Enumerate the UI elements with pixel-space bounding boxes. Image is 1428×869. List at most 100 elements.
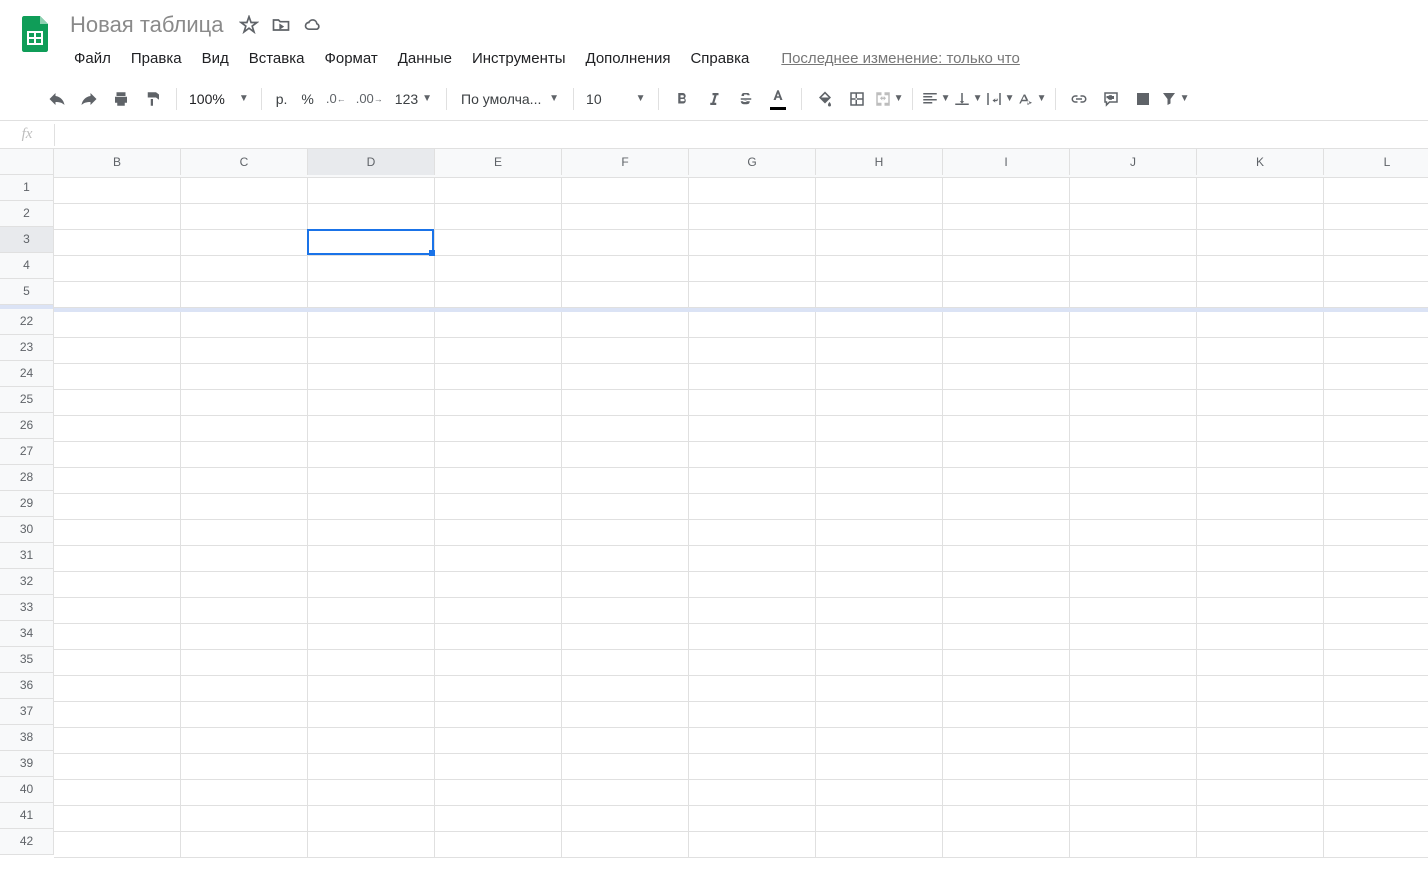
cell-I42[interactable] (943, 832, 1070, 858)
cell-H29[interactable] (816, 494, 943, 520)
row-header-4[interactable]: 4 (0, 253, 53, 279)
cell-B26[interactable] (54, 416, 181, 442)
cell-H35[interactable] (816, 650, 943, 676)
cell-H36[interactable] (816, 676, 943, 702)
row-header-30[interactable]: 30 (0, 517, 53, 543)
formula-input[interactable] (55, 121, 1428, 148)
column-header-J[interactable]: J (1070, 149, 1197, 175)
cell-C41[interactable] (181, 806, 308, 832)
cell-B31[interactable] (54, 546, 181, 572)
cell-E2[interactable] (435, 204, 562, 230)
cell-G38[interactable] (689, 728, 816, 754)
cell-F4[interactable] (562, 256, 689, 282)
cell-D23[interactable] (308, 338, 435, 364)
cell-H41[interactable] (816, 806, 943, 832)
cell-K35[interactable] (1197, 650, 1324, 676)
cell-K23[interactable] (1197, 338, 1324, 364)
cell-G40[interactable] (689, 780, 816, 806)
cell-F24[interactable] (562, 364, 689, 390)
row-header-29[interactable]: 29 (0, 491, 53, 517)
doc-title[interactable]: Новая таблица (66, 10, 227, 40)
column-header-D[interactable]: D (308, 149, 435, 175)
cell-D33[interactable] (308, 598, 435, 624)
cell-H39[interactable] (816, 754, 943, 780)
cell-I5[interactable] (943, 282, 1070, 308)
cell-B41[interactable] (54, 806, 181, 832)
cell-F29[interactable] (562, 494, 689, 520)
cell-C22[interactable] (181, 312, 308, 338)
cell-L5[interactable] (1324, 282, 1428, 308)
cell-L27[interactable] (1324, 442, 1428, 468)
cell-I31[interactable] (943, 546, 1070, 572)
cell-C42[interactable] (181, 832, 308, 858)
print-button[interactable] (106, 84, 136, 114)
cell-I37[interactable] (943, 702, 1070, 728)
cell-G35[interactable] (689, 650, 816, 676)
cell-K37[interactable] (1197, 702, 1324, 728)
cell-G28[interactable] (689, 468, 816, 494)
cell-L2[interactable] (1324, 204, 1428, 230)
cell-K25[interactable] (1197, 390, 1324, 416)
cell-J4[interactable] (1070, 256, 1197, 282)
row-header-40[interactable]: 40 (0, 777, 53, 803)
redo-button[interactable] (74, 84, 104, 114)
cell-J24[interactable] (1070, 364, 1197, 390)
row-header-22[interactable]: 22 (0, 309, 53, 335)
cell-L22[interactable] (1324, 312, 1428, 338)
cell-G2[interactable] (689, 204, 816, 230)
row-header-34[interactable]: 34 (0, 621, 53, 647)
strikethrough-button[interactable] (731, 84, 761, 114)
cell-E34[interactable] (435, 624, 562, 650)
cell-B37[interactable] (54, 702, 181, 728)
cell-L35[interactable] (1324, 650, 1428, 676)
cell-B42[interactable] (54, 832, 181, 858)
row-header-31[interactable]: 31 (0, 543, 53, 569)
cell-E30[interactable] (435, 520, 562, 546)
cell-G24[interactable] (689, 364, 816, 390)
cell-L28[interactable] (1324, 468, 1428, 494)
cell-I23[interactable] (943, 338, 1070, 364)
cell-I24[interactable] (943, 364, 1070, 390)
cell-C37[interactable] (181, 702, 308, 728)
cell-F35[interactable] (562, 650, 689, 676)
cell-D39[interactable] (308, 754, 435, 780)
undo-button[interactable] (42, 84, 72, 114)
row-header-25[interactable]: 25 (0, 387, 53, 413)
cell-E41[interactable] (435, 806, 562, 832)
cell-G27[interactable] (689, 442, 816, 468)
insert-link-button[interactable] (1064, 84, 1094, 114)
menu-tools[interactable]: Инструменты (464, 46, 574, 71)
cell-D29[interactable] (308, 494, 435, 520)
currency-format-button[interactable]: р. (270, 91, 294, 107)
cell-K34[interactable] (1197, 624, 1324, 650)
cell-C31[interactable] (181, 546, 308, 572)
cell-G42[interactable] (689, 832, 816, 858)
column-header-L[interactable]: L (1324, 149, 1428, 175)
row-header-38[interactable]: 38 (0, 725, 53, 751)
menu-view[interactable]: Вид (194, 46, 237, 71)
row-header-28[interactable]: 28 (0, 465, 53, 491)
cell-B27[interactable] (54, 442, 181, 468)
cell-L29[interactable] (1324, 494, 1428, 520)
row-header-33[interactable]: 33 (0, 595, 53, 621)
cell-H37[interactable] (816, 702, 943, 728)
row-header-36[interactable]: 36 (0, 673, 53, 699)
cell-B4[interactable] (54, 256, 181, 282)
cell-C33[interactable] (181, 598, 308, 624)
cell-F42[interactable] (562, 832, 689, 858)
text-color-button[interactable] (763, 84, 793, 114)
cell-G5[interactable] (689, 282, 816, 308)
cell-K39[interactable] (1197, 754, 1324, 780)
borders-button[interactable] (842, 84, 872, 114)
cell-J23[interactable] (1070, 338, 1197, 364)
cell-B23[interactable] (54, 338, 181, 364)
cell-D37[interactable] (308, 702, 435, 728)
increase-decimal-button[interactable]: .00→ (352, 84, 387, 114)
cell-G29[interactable] (689, 494, 816, 520)
cell-G25[interactable] (689, 390, 816, 416)
cell-I29[interactable] (943, 494, 1070, 520)
row-header-32[interactable]: 32 (0, 569, 53, 595)
cell-C34[interactable] (181, 624, 308, 650)
cell-E33[interactable] (435, 598, 562, 624)
cell-D32[interactable] (308, 572, 435, 598)
